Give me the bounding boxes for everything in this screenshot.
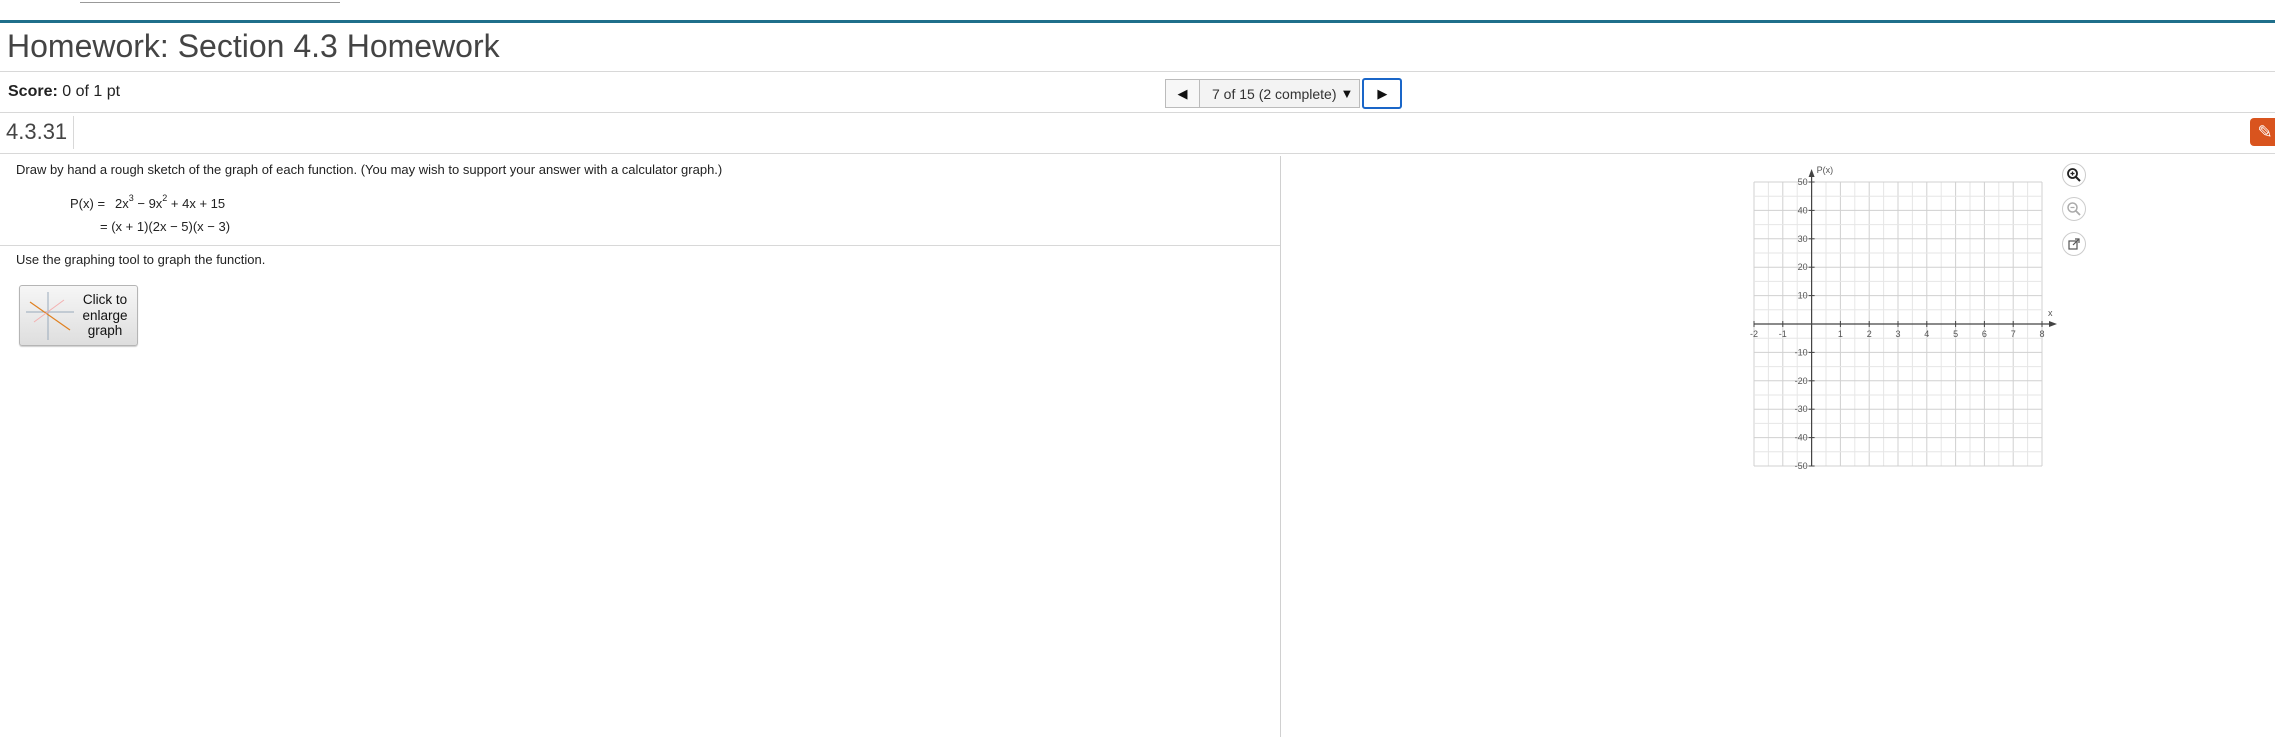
x-tick-label: 3 [1895,329,1900,339]
x-tick-label: 4 [1924,329,1929,339]
x-tick-label: 6 [1982,329,1987,339]
y-tick-label: 50 [1798,177,1808,187]
exponent: 2 [162,193,168,203]
x-tick-label: 8 [2039,329,2044,339]
triangle-down-icon: ▼ [1340,86,1354,101]
y-tick-label: -30 [1795,404,1808,414]
triangle-left-icon: ◀ [1177,85,1188,101]
zoom-in-button[interactable] [2062,163,2086,187]
x-tick-labels: -2 -1 1 2 3 4 5 6 7 8 [1750,329,2045,339]
question-progress-text: 7 of 15 (2 complete) [1212,85,1337,102]
function-expanded: 2x3 − 9x2 + 4x + 15 [115,193,226,211]
divider [0,153,2275,154]
x-tick-label: 5 [1953,329,1958,339]
x-tick-label: -2 [1750,329,1758,339]
question-instruction: Draw by hand a rough sketch of the graph… [16,162,723,177]
zoom-out-icon [2067,202,2081,216]
y-tick-label: 30 [1798,234,1808,244]
term: + 4x + 15 [167,196,226,211]
header-accent-line [0,20,2275,23]
y-axis-label: P(x) [1817,165,1834,175]
top-strip [0,0,2275,20]
enlarge-graph-button[interactable]: Click to enlarge graph [19,285,138,346]
x-tick-label: -1 [1779,329,1787,339]
x-axis-arrow [2049,321,2057,327]
previous-question-button[interactable]: ◀ [1165,79,1200,108]
question-navigator: ◀ 7 of 15 (2 complete) ▼ ▶ [1165,78,1403,109]
y-tick-label: -40 [1795,433,1808,443]
popout-icon [2068,238,2080,250]
question-select-dropdown[interactable]: 7 of 15 (2 complete) ▼ [1200,79,1361,108]
pane-divider [1280,156,1281,737]
divider [0,112,2275,113]
help-icon: ✎ [2257,121,2273,142]
x-tick-label: 7 [2011,329,2016,339]
help-tab[interactable]: ✎ [2250,118,2275,146]
popout-button[interactable] [2062,232,2086,256]
x-tick-label: 2 [1867,329,1872,339]
score: Score: 0 of 1 pt [8,83,120,101]
graphing-canvas[interactable]: -2 -1 1 2 3 4 5 6 7 8 50 40 30 20 10 -10 -20 -30 -40 -50 P… [1740,160,2080,480]
enlarge-graph-label: Click to enlarge graph [82,292,128,338]
y-tick-label: -10 [1795,347,1808,357]
tool-instruction: Use the graphing tool to graph the funct… [16,252,266,267]
exponent: 3 [128,193,134,203]
next-question-button[interactable]: ▶ [1362,78,1403,109]
graph-thumbnail-icon [26,292,74,340]
y-tick-label: -20 [1795,376,1808,386]
y-tick-label: 10 [1798,291,1808,301]
y-tick-label: -50 [1795,461,1808,471]
term: − 9x [133,196,163,211]
divider [73,116,74,149]
zoom-out-button[interactable] [2062,197,2086,221]
y-axis-arrow [1808,169,1815,177]
cropped-header-text [80,0,340,3]
divider [0,245,1280,246]
x-tick-label: 1 [1838,329,1843,339]
term: 2x [115,196,129,211]
score-value: 0 of 1 pt [62,83,121,100]
y-tick-label: 20 [1798,262,1808,272]
score-label: Score: [8,83,58,100]
y-tick-label: 40 [1798,205,1808,215]
divider [0,71,2275,72]
triangle-right-icon: ▶ [1377,85,1388,101]
function-lhs: P(x) = [70,196,106,211]
homework-title: Homework: Section 4.3 Homework [7,28,500,64]
question-number: 4.3.31 [6,119,68,144]
zoom-in-icon [2067,168,2081,182]
x-axis-label: x [2048,308,2053,318]
function-factored: = (x + 1)(2x − 5)(x − 3) [100,219,231,234]
